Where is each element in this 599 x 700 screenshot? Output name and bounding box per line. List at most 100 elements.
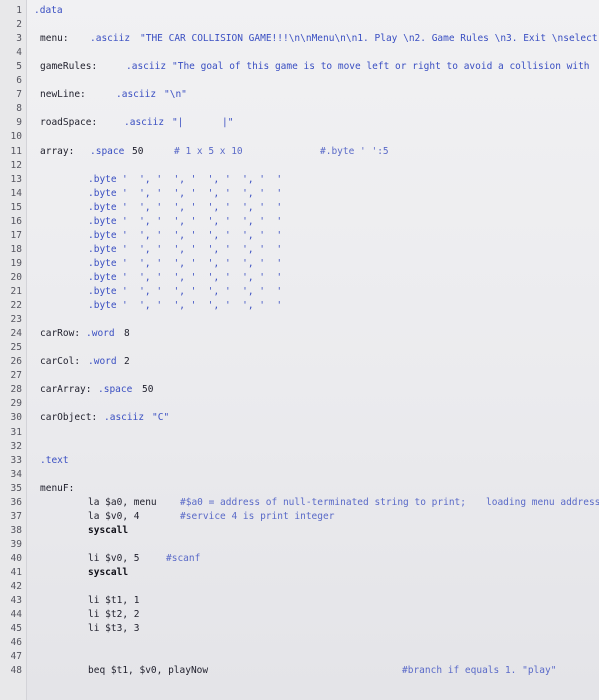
code-token: ' ', ' ', ' ', ' ', ' ' [122, 271, 283, 283]
code-line[interactable]: 2 [0, 18, 599, 32]
code-token: .byte [88, 243, 117, 255]
code-line[interactable]: 37 la $v0, 4 #service 4 is print integer [0, 510, 599, 524]
code-line[interactable]: 8 [0, 102, 599, 116]
code-line[interactable]: 4 [0, 46, 599, 60]
code-line[interactable]: 34 [0, 468, 599, 482]
line-number: 23 [10, 314, 22, 326]
code-line[interactable]: 40 li $v0, 5 #scanf [0, 552, 599, 566]
code-line[interactable]: 38 syscall [0, 524, 599, 538]
code-line[interactable]: 13 .byte ' ', ' ', ' ', ' ', ' ' [0, 173, 599, 187]
code-line[interactable]: 3 menu: .asciiz "THE CAR COLLISION GAME!!!\… [0, 32, 599, 46]
code-line[interactable]: 41 syscall [0, 566, 599, 580]
code-line[interactable]: 10 [0, 130, 599, 144]
line-number: 41 [10, 567, 22, 578]
code-token: carArray: [40, 384, 92, 396]
code-line[interactable]: 25 [0, 341, 599, 355]
code-line[interactable]: 20 .byte ' ', ' ', ' ', ' ', ' ' [0, 271, 599, 285]
code-token: .byte [88, 187, 117, 199]
line-number: 9 [16, 117, 22, 129]
code-line[interactable]: 45 li $t3, 3 [0, 622, 599, 636]
code-token: .asciiz [116, 89, 157, 101]
line-number: 42 [10, 581, 22, 593]
code-editor[interactable]: 1 .data 2 3 menu: .asciiz "THE CAR COLLISION G… [0, 0, 599, 700]
line-number: 33 [10, 454, 22, 466]
code-token: ' ', ' ', ' ', ' ', ' ' [122, 257, 283, 269]
code-line[interactable]: 24 carRow: .word 8 [0, 327, 599, 341]
code-token: "\n" [164, 89, 187, 101]
code-token: .byte [88, 215, 117, 227]
code-line[interactable]: 32 [0, 440, 599, 454]
line-number: 38 [10, 524, 22, 536]
code-token: li $t3, 3 [88, 623, 140, 635]
code-line[interactable]: 12 [0, 159, 599, 173]
code-line[interactable]: 18 .byte ' ', ' ', ' ', ' ', ' ' [0, 243, 599, 257]
code-line[interactable]: 19 .byte ' ', ' ', ' ', ' ', ' ' [0, 257, 599, 271]
code-token: "C" [152, 412, 170, 424]
code-line[interactable]: 17 .byte ' ', ' ', ' ', ' ', ' ' [0, 229, 599, 243]
code-token: roadSpace: [40, 117, 98, 129]
code-token: la $v0, 4 [88, 510, 140, 522]
code-line[interactable]: 21 .byte ' ', ' ', ' ', ' ', ' ' [0, 285, 599, 299]
line-number: 13 [10, 173, 22, 185]
code-line[interactable]: 35 menuF: [0, 482, 599, 496]
code-line[interactable]: 7 newLine: .asciiz "\n" [0, 88, 599, 102]
code-line[interactable]: 14 .byte ' ', ' ', ' ', ' ', ' ' [0, 187, 599, 201]
code-line[interactable]: 33 .text [0, 454, 599, 468]
line-number: 19 [10, 257, 22, 269]
code-token: syscall [88, 567, 129, 578]
line-number: 7 [16, 89, 22, 101]
code-line[interactable]: 5 gameRules: .asciiz "The goal of this game… [0, 60, 599, 74]
line-number: 47 [10, 651, 22, 663]
line-number: 2 [16, 19, 22, 31]
code-token: "The goal of this game is to move left o… [172, 61, 590, 73]
line-number: 8 [16, 103, 22, 115]
code-token: li $t2, 2 [88, 609, 140, 621]
code-line[interactable]: 30 carObject: .asciiz "C" [0, 411, 599, 425]
code-line[interactable]: 9 roadSpace: .asciiz "| |" [0, 116, 599, 130]
code-line[interactable]: 43 li $t1, 1 [0, 594, 599, 608]
line-number: 18 [10, 243, 22, 255]
code-line[interactable]: 47 [0, 650, 599, 664]
code-token: .asciiz [124, 117, 165, 129]
code-token: syscall [88, 524, 129, 536]
code-token: ' ', ' ', ' ', ' ', ' ' [122, 173, 283, 185]
code-line[interactable]: 31 [0, 426, 599, 440]
code-token: # 1 x 5 x 10 [174, 145, 243, 157]
code-line[interactable]: 26 carCol: .word 2 [0, 355, 599, 369]
code-line[interactable]: 22 .byte ' ', ' ', ' ', ' ', ' ' [0, 299, 599, 313]
line-number: 5 [16, 61, 22, 73]
code-line[interactable]: 6 [0, 74, 599, 88]
line-number: 30 [10, 412, 22, 424]
code-line[interactable]: 23 [0, 313, 599, 327]
code-line[interactable]: 44 li $t2, 2 [0, 608, 599, 622]
code-token: #service 4 is print integer [180, 510, 335, 522]
code-token: #scanf [166, 552, 201, 564]
code-line[interactable]: 29 [0, 397, 599, 411]
code-line[interactable]: 42 [0, 580, 599, 594]
code-token: .asciiz [90, 33, 131, 45]
code-line[interactable]: 1 .data [0, 4, 599, 18]
code-token: .space [90, 145, 125, 157]
code-line[interactable]: 48 beq $t1, $v0, playNow #branch if equals… [0, 664, 599, 678]
line-number: 1 [16, 5, 22, 16]
code-line[interactable]: 27 [0, 369, 599, 383]
code-token: .byte [88, 201, 117, 213]
line-number: 36 [10, 496, 22, 508]
code-token: .word [88, 356, 117, 368]
code-line[interactable]: 15 .byte ' ', ' ', ' ', ' ', ' ' [0, 201, 599, 215]
code-line[interactable]: 16 .byte ' ', ' ', ' ', ' ', ' ' [0, 215, 599, 229]
code-token: carRow: [40, 328, 81, 340]
code-token: .asciiz [126, 61, 167, 73]
code-line[interactable]: 36 la $a0, menu #$a0 = address of null-ter… [0, 496, 599, 510]
code-line[interactable]: 28 carArray: .space 50 [0, 383, 599, 397]
code-token: .byte [88, 271, 117, 283]
code-token: ' ', ' ', ' ', ' ', ' ' [122, 187, 283, 199]
code-line[interactable]: 46 [0, 636, 599, 650]
code-line[interactable]: 39 [0, 538, 599, 552]
line-number: 25 [10, 342, 22, 354]
code-line[interactable]: 11 array: .space 50 # 1 x 5 x 10 #.byte ' ':5 [0, 145, 599, 159]
code-token: 8 [124, 328, 130, 340]
line-number: 48 [10, 665, 22, 677]
code-token: #.byte ' ':5 [320, 145, 389, 157]
code-token: loading menu address [486, 496, 599, 508]
